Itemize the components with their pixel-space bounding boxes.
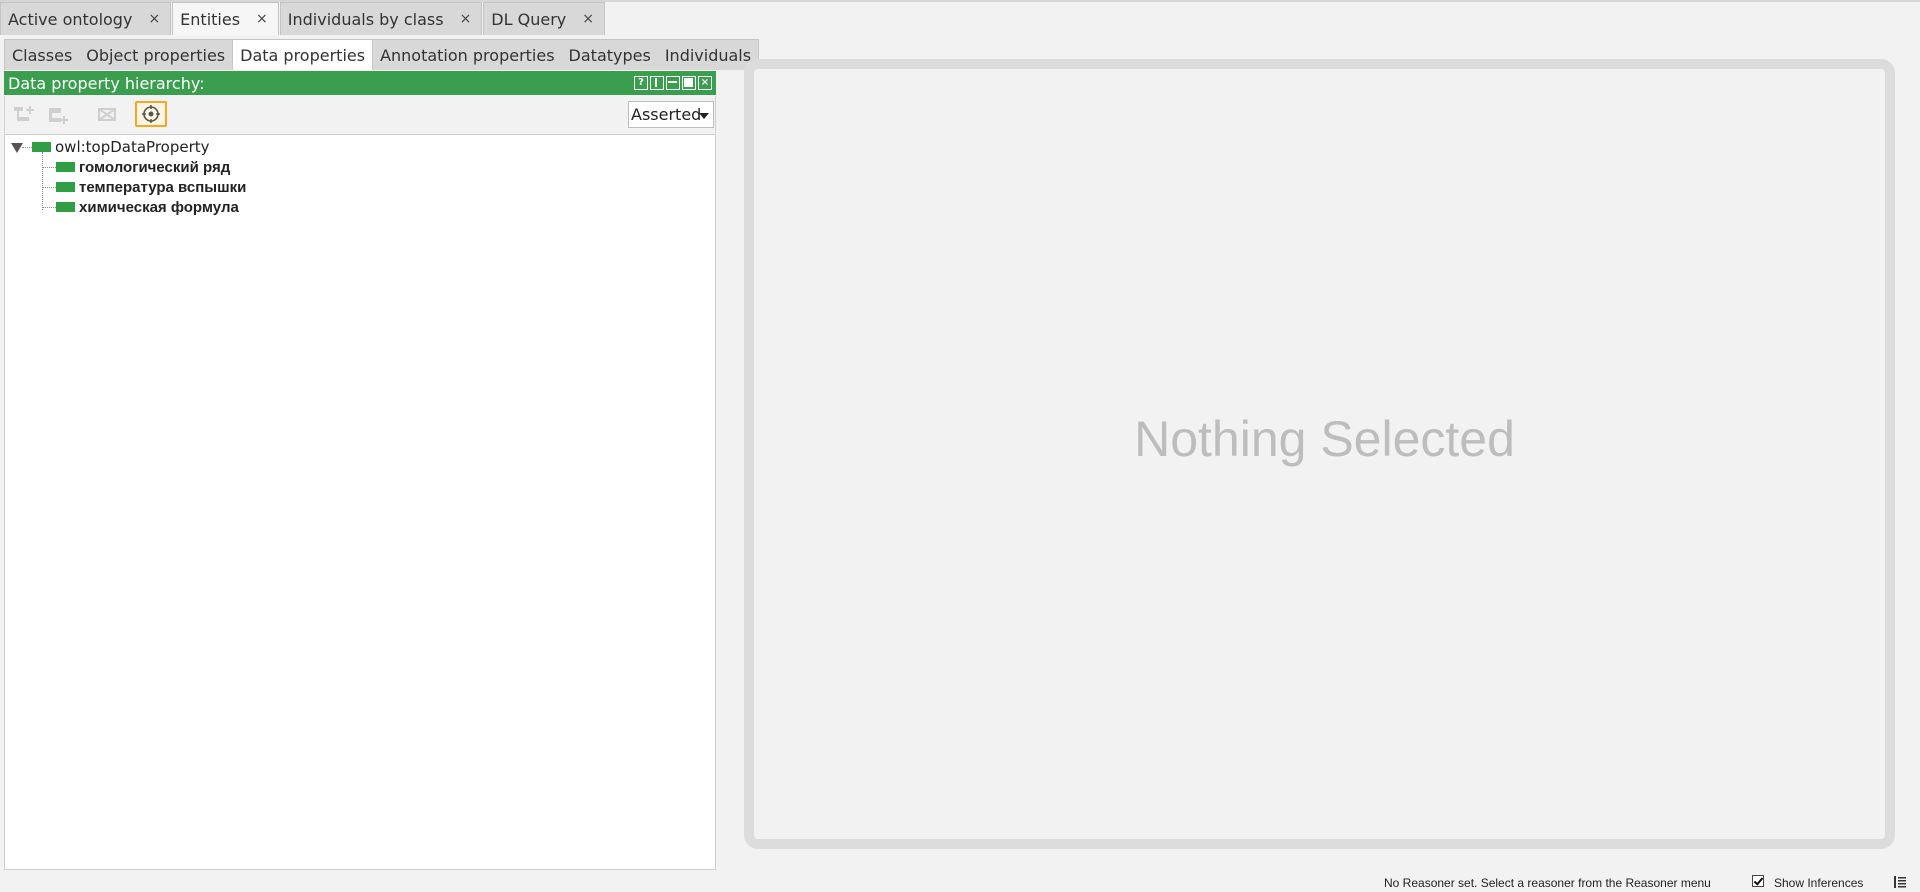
sync-icon[interactable] bbox=[135, 101, 167, 127]
tab-label: Individuals by class bbox=[287, 9, 444, 29]
chevron-down-icon bbox=[699, 113, 709, 119]
reasoner-status: No Reasoner set. Select a reasoner from … bbox=[1384, 876, 1711, 890]
tree-node[interactable]: химическая формула bbox=[56, 197, 239, 217]
tab-label: Entities bbox=[180, 9, 241, 29]
tab-data-properties[interactable]: Data properties bbox=[232, 40, 374, 70]
tab-close-icon[interactable]: × bbox=[256, 11, 268, 27]
tree-node[interactable]: гомологический ряд bbox=[56, 157, 230, 177]
show-inferences-label: Show Inferences bbox=[1774, 876, 1864, 890]
tab-individuals[interactable]: Individuals bbox=[658, 40, 758, 70]
minimize-icon[interactable] bbox=[666, 76, 680, 90]
tree-connector bbox=[42, 167, 56, 168]
split-icon[interactable] bbox=[650, 76, 664, 90]
hierarchy-mode-select[interactable]: Asserted bbox=[628, 101, 714, 128]
maximize-icon[interactable] bbox=[682, 76, 696, 90]
add-sibling-property-icon[interactable] bbox=[45, 103, 71, 127]
view-controls: ? × bbox=[634, 76, 712, 90]
tree-node-label: химическая формула bbox=[79, 198, 239, 216]
tab-annotation-properties[interactable]: Annotation properties bbox=[373, 40, 561, 70]
tab-active-ontology[interactable]: Active ontology × bbox=[0, 2, 172, 35]
data-property-icon bbox=[56, 202, 75, 212]
tree-connector bbox=[42, 187, 56, 188]
tab-entities[interactable]: Entities × bbox=[172, 2, 279, 35]
tree-node-root[interactable]: owl:topDataProperty bbox=[32, 137, 210, 157]
tab-close-icon[interactable]: × bbox=[148, 11, 160, 27]
tab-label: DL Query bbox=[491, 9, 567, 29]
tree-node-label: температура вспышки bbox=[79, 178, 247, 196]
delete-property-icon[interactable] bbox=[95, 103, 121, 127]
show-inferences-checkbox[interactable] bbox=[1752, 875, 1764, 887]
close-icon[interactable]: × bbox=[698, 76, 712, 90]
tab-object-properties[interactable]: Object properties bbox=[79, 40, 232, 70]
empty-state-text: Nothing Selected bbox=[1134, 411, 1515, 467]
tree-expand-toggle-icon[interactable] bbox=[11, 143, 23, 153]
tab-classes[interactable]: Classes bbox=[5, 40, 79, 70]
tree-node-label: гомологический ряд bbox=[79, 158, 231, 176]
hierarchy-mode-value: Asserted bbox=[631, 105, 702, 124]
hierarchy-toolbar: Asserted bbox=[4, 96, 716, 133]
tab-label: Active ontology bbox=[8, 9, 133, 29]
tree-connector bbox=[22, 147, 32, 148]
data-property-icon bbox=[32, 142, 51, 152]
tree-connector bbox=[42, 207, 56, 208]
tree-node-label: owl:topDataProperty bbox=[55, 138, 210, 156]
log-icon[interactable] bbox=[1893, 875, 1907, 892]
tab-close-icon[interactable]: × bbox=[460, 11, 472, 27]
tree-node[interactable]: температура вспышки bbox=[56, 177, 246, 197]
detail-panel: Nothing Selected bbox=[744, 59, 1895, 849]
tab-individuals-by-class[interactable]: Individuals by class × bbox=[279, 2, 483, 35]
add-sub-property-icon[interactable] bbox=[11, 103, 37, 127]
property-tree[interactable]: owl:topDataProperty гомологический ряд т… bbox=[4, 134, 716, 870]
status-bar: No Reasoner set. Select a reasoner from … bbox=[0, 871, 1920, 891]
tab-close-icon[interactable]: × bbox=[582, 11, 594, 27]
workspace-tabs: Active ontology × Entities × Individuals… bbox=[0, 2, 606, 35]
entity-tabs: Classes Object properties Data propertie… bbox=[4, 39, 760, 70]
data-property-icon bbox=[56, 182, 75, 192]
tab-dl-query[interactable]: DL Query × bbox=[483, 2, 605, 35]
tree-connector bbox=[42, 152, 43, 210]
help-icon[interactable]: ? bbox=[634, 76, 648, 90]
data-property-icon bbox=[56, 162, 75, 172]
view-header: Data property hierarchy: ? × bbox=[4, 71, 716, 95]
tab-datatypes[interactable]: Datatypes bbox=[562, 40, 658, 70]
view-title: Data property hierarchy: bbox=[8, 73, 205, 93]
